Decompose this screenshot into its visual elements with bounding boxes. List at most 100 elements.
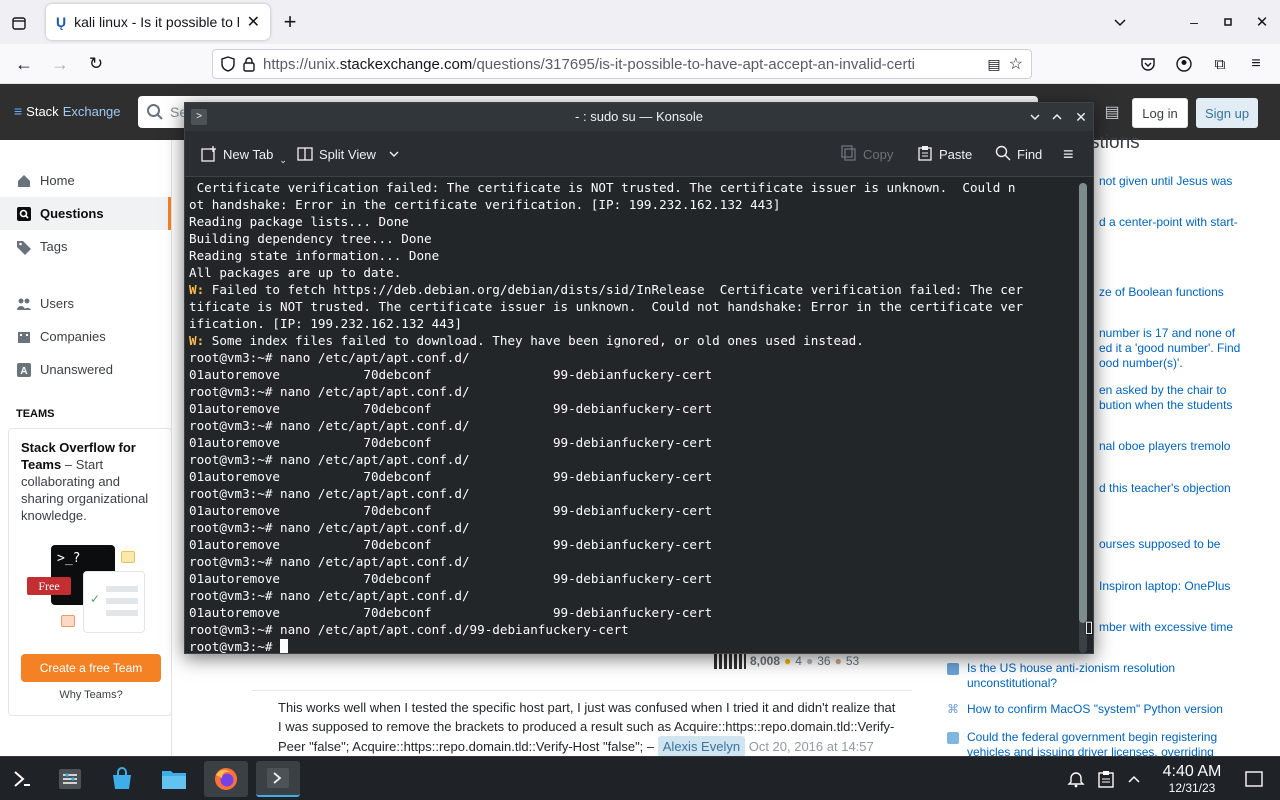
lock-icon[interactable] xyxy=(243,56,255,72)
hot-question-link[interactable]: nal oboe players tremolo xyxy=(1099,439,1280,454)
terminal-line-text: 01autoremove 70debconf 99-debianfuckery-… xyxy=(189,435,713,450)
maximize-window-icon[interactable] xyxy=(1218,12,1238,32)
app-launcher-icon[interactable] xyxy=(0,761,44,797)
new-tab-icon xyxy=(201,146,217,162)
minimize-window-icon[interactable]: – xyxy=(1184,12,1204,32)
pocket-icon[interactable] xyxy=(1138,54,1158,74)
terminal-line: Reading state information... Done xyxy=(189,247,1073,264)
konsole-app-icon[interactable]: > xyxy=(191,109,207,125)
split-view-button[interactable]: Split View xyxy=(297,131,400,177)
site-switcher-icon[interactable]: ▤ xyxy=(1102,102,1122,122)
app-menu-icon[interactable]: ≡ xyxy=(1246,54,1266,74)
terminal-line-text: root@vm3:~# xyxy=(189,639,280,653)
reload-icon[interactable]: ↻ xyxy=(86,54,106,74)
politics-site-icon xyxy=(947,663,959,675)
sidebar-item-tags[interactable]: Tags xyxy=(0,230,171,263)
sidebar-item-label: Questions xyxy=(40,206,104,221)
sidebar-item-home[interactable]: Home xyxy=(0,164,171,197)
paste-button[interactable]: Paste xyxy=(917,131,972,177)
se-logo[interactable]: ≡ Stack Exchange xyxy=(14,103,121,119)
hot-question-link[interactable]: number is 17 and none of ed it a 'good n… xyxy=(1099,326,1269,371)
comment-user-link[interactable]: Alexis Evelyn xyxy=(657,736,746,757)
minimize-window-icon[interactable] xyxy=(1025,107,1045,127)
chevron-down-icon[interactable] xyxy=(1110,12,1130,32)
copy-icon xyxy=(841,144,857,164)
hot-question-link[interactable]: d this teacher's objection xyxy=(1099,481,1280,496)
user-avatar[interactable] xyxy=(714,653,746,669)
terminal-line-text: Certificate verification failed: The cer… xyxy=(189,180,1016,195)
bronze-badge-count: 53 xyxy=(845,654,860,668)
terminal-line: 01autoremove 70debconf 99-debianfuckery-… xyxy=(189,366,1073,383)
terminal-line: root@vm3:~# nano /etc/apt/apt.conf.d/ xyxy=(189,553,1073,570)
hot-question-link[interactable]: ze of Boolean functions xyxy=(1099,285,1280,300)
login-button[interactable]: Log in xyxy=(1132,98,1188,128)
extensions-icon[interactable]: ⧉ xyxy=(1210,54,1230,74)
firefox-icon[interactable] xyxy=(204,761,248,797)
hot-question-link[interactable]: d a center-point with start- xyxy=(1099,215,1280,230)
hot-question-link[interactable]: mber with excessive time xyxy=(1099,620,1280,635)
terminal-line: 01autoremove 70debconf 99-debianfuckery-… xyxy=(189,502,1073,519)
url-bar[interactable]: https://unix.stackexchange.com/questions… xyxy=(212,49,1032,79)
system-settings-icon[interactable] xyxy=(48,761,92,797)
show-desktop-icon[interactable] xyxy=(1244,769,1264,789)
copy-button[interactable]: Copy xyxy=(841,131,893,177)
terminal-line: ot handshake: Error in the certificate v… xyxy=(189,196,1073,213)
terminal-scrollbar-thumb[interactable] xyxy=(1079,183,1087,623)
terminal-line-text: All packages are up to date. xyxy=(189,265,402,280)
hot-question-link[interactable]: not given until Jesus was xyxy=(1099,174,1280,189)
reader-view-icon[interactable]: ▤ xyxy=(987,56,1000,73)
signup-button[interactable]: Sign up xyxy=(1196,98,1258,128)
notifications-icon[interactable] xyxy=(1066,769,1086,789)
chevron-down-icon xyxy=(388,148,400,160)
hot-question-link[interactable]: Inspiron laptop: OnePlus xyxy=(1099,579,1280,594)
bookmark-star-icon[interactable]: ☆ xyxy=(1009,54,1023,74)
new-tab-icon[interactable]: + xyxy=(278,9,302,34)
konsole-title: - : sudo su — Konsole xyxy=(575,109,703,124)
close-window-icon[interactable]: ✕ xyxy=(1252,12,1272,32)
taskbar: 4:40 AM 12/31/23 xyxy=(0,756,1280,800)
hot-question-link[interactable]: en asked by the chair to bution when the… xyxy=(1099,383,1269,413)
terminal-line-text: root@vm3:~# nano /etc/apt/apt.conf.d/ xyxy=(189,452,470,467)
terminal-line: 01autoremove 70debconf 99-debianfuckery-… xyxy=(189,536,1073,553)
terminal-line: 01autoremove 70debconf 99-debianfuckery-… xyxy=(189,468,1073,485)
user-reputation: 8,008 xyxy=(750,654,781,668)
forward-arrow-icon[interactable]: → xyxy=(50,54,70,74)
find-button[interactable]: Find xyxy=(995,131,1042,177)
browser-tab-active[interactable]: Ų kali linux - Is it possible to have ap… xyxy=(46,4,270,40)
hot-question-link[interactable]: ourses supposed to be xyxy=(1099,537,1280,552)
new-tab-button[interactable]: New Tab ⌄ xyxy=(201,131,287,177)
sidebar-item-users[interactable]: Users xyxy=(0,287,171,320)
clock-time: 4:40 AM xyxy=(1162,763,1222,780)
konsole-titlebar[interactable]: - : sudo su — Konsole > ✕ xyxy=(185,103,1093,131)
maximize-window-icon[interactable] xyxy=(1047,107,1067,127)
back-arrow-icon[interactable]: ← xyxy=(14,54,34,74)
close-window-icon[interactable]: ✕ xyxy=(1071,107,1091,127)
hot-question-link[interactable]: Is the US house anti-zionism resolution … xyxy=(947,661,1237,691)
terminal-line-text: Reading package lists... Done xyxy=(189,214,409,229)
create-team-button[interactable]: Create a free Team xyxy=(21,654,161,682)
gold-badge-count: 4 xyxy=(795,654,802,668)
close-tab-icon[interactable]: ✕ xyxy=(247,12,260,32)
clipboard-icon[interactable] xyxy=(1096,769,1116,789)
hamburger-menu-icon[interactable]: ≡ xyxy=(1063,131,1074,177)
terminal-line: root@vm3:~# nano /etc/apt/apt.conf.d/ xyxy=(189,485,1073,502)
sidebar-item-label: Tags xyxy=(40,239,68,254)
clock[interactable]: 4:40 AM 12/31/23 xyxy=(1150,763,1234,795)
unanswered-icon: A xyxy=(16,362,32,378)
tray-expand-icon[interactable] xyxy=(1124,769,1144,789)
tab-list-icon[interactable] xyxy=(8,12,30,34)
sidebar-item-unanswered[interactable]: A Unanswered xyxy=(0,353,171,386)
file-manager-icon[interactable] xyxy=(152,761,196,797)
software-store-icon[interactable] xyxy=(100,761,144,797)
hot-question-link[interactable]: Could the federal government begin regis… xyxy=(947,730,1237,756)
konsole-taskbar-icon[interactable] xyxy=(256,761,300,797)
terminal-output[interactable]: Certificate verification failed: The cer… xyxy=(189,179,1073,653)
why-teams-link[interactable]: Why Teams? xyxy=(9,689,173,701)
account-icon[interactable] xyxy=(1174,54,1194,74)
tab-title: kali linux - Is it possible to have apt … xyxy=(74,14,238,30)
sidebar-item-companies[interactable]: Companies xyxy=(0,320,171,353)
hot-question-link[interactable]: ⌘ How to confirm MacOS "system" Python ve… xyxy=(947,702,1237,717)
shield-icon[interactable] xyxy=(221,56,235,72)
sidebar-item-questions[interactable]: Questions xyxy=(0,197,171,230)
comment-date[interactable]: Oct 20, 2016 at 14:57 xyxy=(749,739,874,754)
